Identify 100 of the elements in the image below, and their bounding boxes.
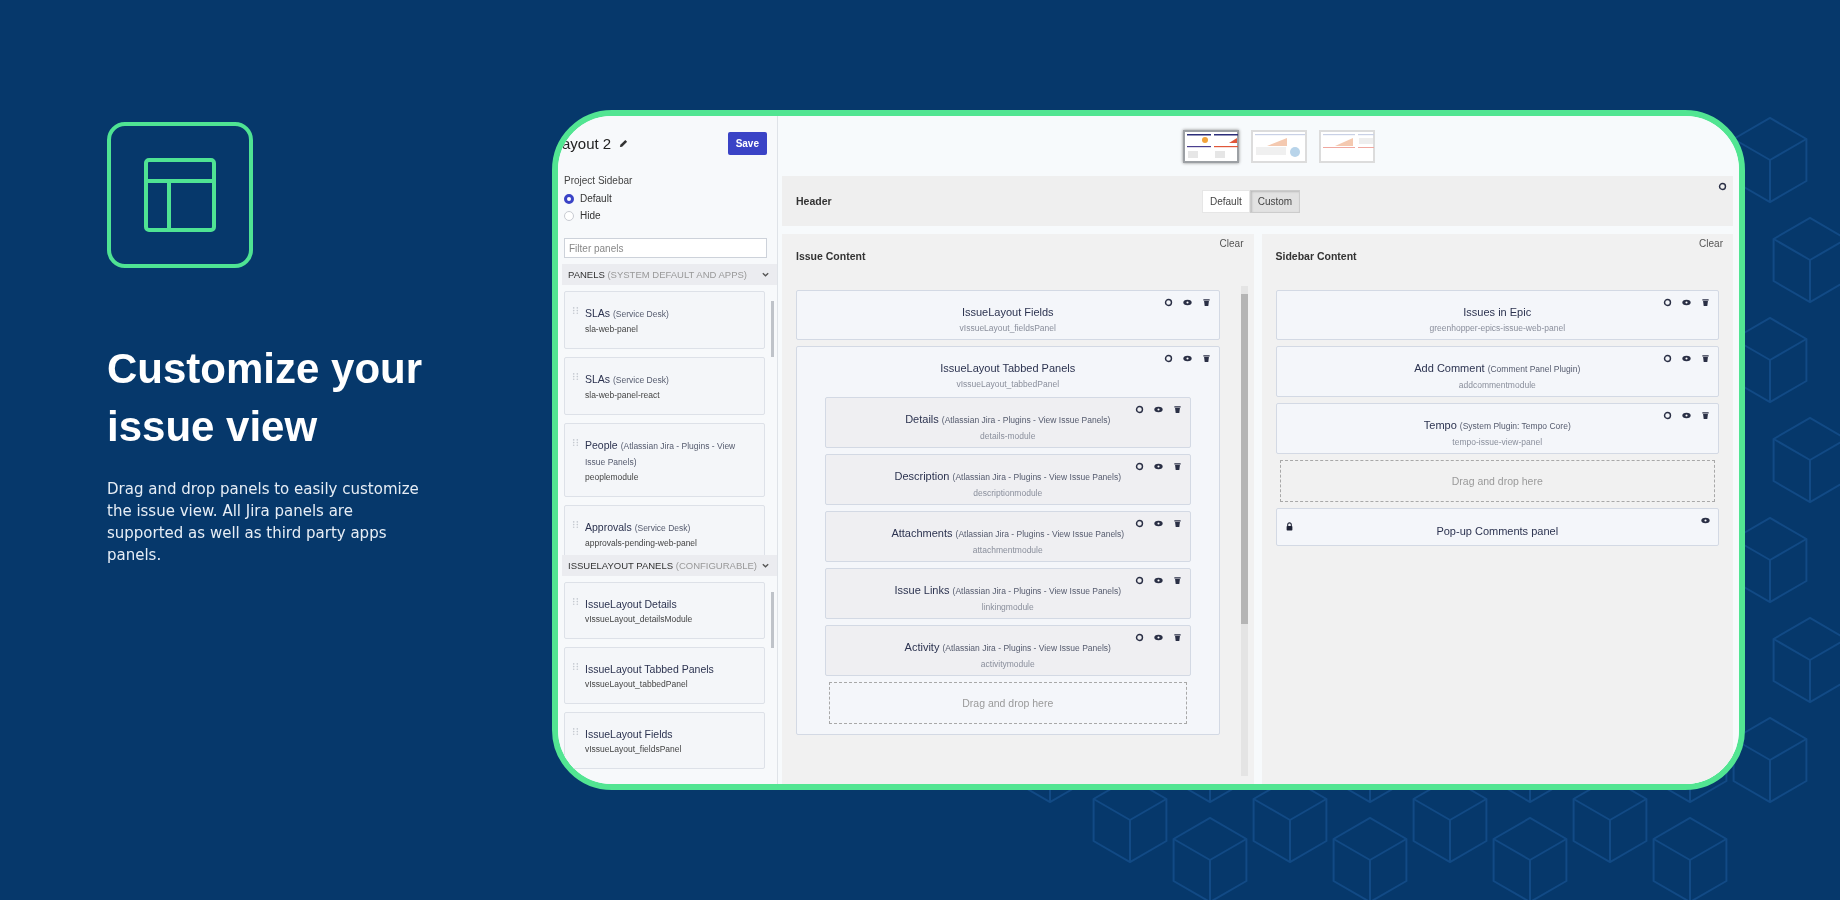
grip-icon[interactable] <box>571 373 580 382</box>
drop-zone: Drag and drop here <box>1279 460 1715 502</box>
gear-icon[interactable] <box>1718 182 1727 191</box>
chevron-icon[interactable] <box>761 561 770 570</box>
panel-title: Details (Atlassian Jira - Plugins - View Issue Panels) <box>905 412 1111 427</box>
eye-icon[interactable] <box>1682 354 1691 363</box>
panel-title: IssueLayout Fields <box>585 727 674 742</box>
mode-toggle[interactable]: Default <box>1202 189 1250 213</box>
panel-card[interactable]: Issue Links (Atlassian Jira - Plugins - View Issue Panels) linkingmodule <box>825 568 1191 619</box>
panel-card[interactable]: SLAs (Service Desk) sla-web-panel-react <box>564 357 765 415</box>
gear-icon[interactable] <box>1663 354 1672 363</box>
panel-card[interactable]: Attachments (Atlassian Jira - Plugins - View Issue Panels) attachmentmodule <box>825 511 1191 562</box>
scrollbar[interactable] <box>1240 286 1248 776</box>
chevron-icon[interactable] <box>761 270 770 279</box>
gear-icon[interactable] <box>1663 298 1672 307</box>
panel-card[interactable]: Details (Atlassian Jira - Plugins - View Issue Panels) details-module <box>825 397 1191 448</box>
eye-icon[interactable] <box>1153 576 1163 585</box>
trash-icon[interactable] <box>1701 354 1710 363</box>
panel-card[interactable]: IssueLayout Fields vIssueLayout_fieldsPanel <box>564 712 765 769</box>
panel-title: Tempo (System Plugin: Tempo Core) <box>1423 418 1571 433</box>
grip-icon[interactable] <box>571 728 580 737</box>
group-title: ISSUELAYOUT PANELS <box>568 560 674 571</box>
pencil-icon[interactable] <box>619 139 629 148</box>
layout-thumbnail[interactable] <box>1182 129 1239 163</box>
group-title: PANELS <box>568 269 605 280</box>
panel-key: descriptionmodule <box>973 488 1043 498</box>
group-header[interactable]: PANELS (SYSTEM DEFAULT AND APPS) <box>562 264 777 285</box>
group-note: (CONFIGURABLE) <box>675 560 757 571</box>
gear-icon[interactable] <box>1134 576 1144 585</box>
gear-icon[interactable] <box>1134 519 1144 528</box>
panel-card[interactable]: IssueLayout Tabbed Panels vIssueLayout_tabbedPanel <box>564 647 765 704</box>
grip-icon[interactable] <box>571 439 580 448</box>
gear-icon[interactable] <box>1134 633 1144 642</box>
layout-icon <box>107 122 253 268</box>
scrollbar[interactable] <box>771 592 774 648</box>
eye-icon[interactable] <box>1701 516 1710 525</box>
page-heading: Customize your issue view <box>107 344 424 452</box>
page-description: Drag and drop panels to easily customize the issue view. All Jira panels are supported as well as third party apps panels. <box>107 479 420 566</box>
gear-icon[interactable] <box>1163 298 1173 307</box>
panel-card[interactable]: Pop-up Comments panel <box>1275 508 1719 546</box>
eye-icon[interactable] <box>1153 462 1163 471</box>
panel-card[interactable]: People (Atlassian Jira - Plugins - View Issue Panels) peoplemodule <box>564 423 765 497</box>
panel-key: attachmentmodule <box>972 545 1043 555</box>
grip-icon[interactable] <box>571 598 580 607</box>
panel-title: SLAs (Service Desk) <box>585 306 670 321</box>
panel-card[interactable]: IssueLayout Fields vIssueLayout_fieldsPanel <box>796 290 1220 340</box>
scrollbar[interactable] <box>771 301 774 357</box>
eye-icon[interactable] <box>1682 298 1691 307</box>
panel-title: IssueLayout Tabbed Panels <box>585 662 715 677</box>
eye-icon[interactable] <box>1153 633 1163 642</box>
panel-card[interactable]: Description (Atlassian Jira - Plugins - View Issue Panels) descriptionmodule <box>825 454 1191 505</box>
panel-title: SLAs (Service Desk) <box>585 372 670 387</box>
panel-key: linkingmodule <box>981 602 1034 612</box>
trash-icon[interactable] <box>1701 298 1710 307</box>
trash-icon[interactable] <box>1201 298 1211 307</box>
grip-icon[interactable] <box>571 307 580 316</box>
gear-icon[interactable] <box>1163 354 1173 363</box>
panel-card[interactable]: Tempo (System Plugin: Tempo Core) tempo-issue-view-panel <box>1275 403 1719 454</box>
filter-field[interactable]: Filter panels <box>564 238 767 258</box>
panel-title: Issue Links (Atlassian Jira - Plugins - View Issue Panels) <box>894 583 1122 598</box>
grip-icon[interactable] <box>571 663 580 672</box>
eye-icon[interactable] <box>1182 298 1192 307</box>
trash-icon[interactable] <box>1172 462 1182 471</box>
panel-title: Activity (Atlassian Jira - Plugins - View Issue Panels) <box>904 640 1111 655</box>
eye-icon[interactable] <box>1682 411 1691 420</box>
panel-card[interactable]: Issues in Epic greenhopper-epics-issue-web-panel <box>1275 290 1719 340</box>
trash-icon[interactable] <box>1701 411 1710 420</box>
trash-icon[interactable] <box>1201 354 1211 363</box>
gear-icon[interactable] <box>1134 462 1144 471</box>
save-button[interactable]: Save <box>727 132 767 155</box>
panel-title: Issues in Epic <box>1463 305 1532 320</box>
radio-label: Hide <box>580 210 601 221</box>
panel-key: vIssueLayout_detailsModule <box>585 614 756 624</box>
trash-icon[interactable] <box>1172 405 1182 414</box>
clear-link[interactable]: Clear <box>1219 238 1244 249</box>
eye-icon[interactable] <box>1182 354 1192 363</box>
panel-card[interactable]: Activity (Atlassian Jira - Plugins - View Issue Panels) activitymodule <box>825 625 1191 676</box>
panel-key: greenhopper-epics-issue-web-panel <box>1429 323 1566 333</box>
trash-icon[interactable] <box>1172 519 1182 528</box>
column-title: Sidebar Content <box>1275 250 1358 262</box>
panel-title: Approvals (Service Desk) <box>585 520 692 535</box>
trash-icon[interactable] <box>1172 633 1182 642</box>
gear-icon[interactable] <box>1663 411 1672 420</box>
eye-icon[interactable] <box>1153 519 1163 528</box>
panel-card[interactable]: Approvals (Service Desk) approvals-pending-web-panel <box>564 505 765 555</box>
panel-card[interactable]: SLAs (Service Desk) sla-web-panel <box>564 291 765 349</box>
panel-title: IssueLayout Details <box>585 597 678 612</box>
eye-icon[interactable] <box>1153 405 1163 414</box>
panel-title: IssueLayout Fields <box>961 305 1054 320</box>
grip-icon[interactable] <box>571 521 580 530</box>
mode-toggle[interactable]: Custom <box>1249 189 1301 213</box>
panel-key: sla-web-panel <box>585 324 756 334</box>
panel-card[interactable]: Add Comment (Comment Panel Plugin) addcommentmodule <box>1275 346 1719 397</box>
trash-icon[interactable] <box>1172 576 1182 585</box>
panel-card[interactable]: IssueLayout Details vIssueLayout_detailsModule <box>564 582 765 639</box>
group-header[interactable]: ISSUELAYOUT PANELS (CONFIGURABLE) <box>562 555 777 576</box>
radio-label: Default <box>580 193 612 204</box>
gear-icon[interactable] <box>1134 405 1144 414</box>
radio-button[interactable] <box>564 193 574 204</box>
clear-link[interactable]: Clear <box>1699 238 1723 249</box>
